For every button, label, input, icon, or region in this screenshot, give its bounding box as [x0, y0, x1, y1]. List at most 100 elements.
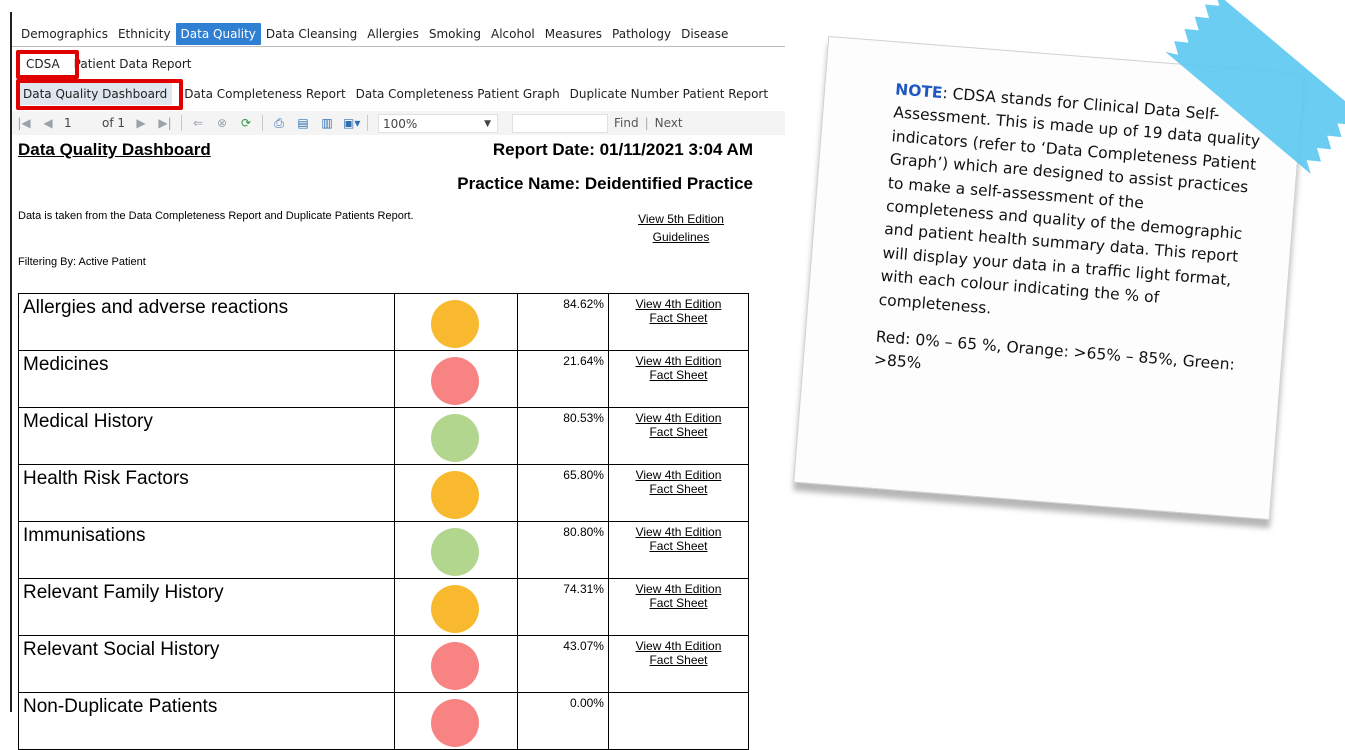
export-icon[interactable]: ▣▾ — [343, 116, 360, 130]
page-setup-icon[interactable]: ▥ — [319, 116, 335, 130]
print-icon[interactable]: ⎙ — [271, 116, 287, 131]
fact-sheet-link[interactable]: View 4th Edition Fact Sheet — [607, 578, 750, 636]
completeness-percent: 80.80% — [517, 521, 609, 579]
nav-divider — [12, 46, 785, 47]
toolbar-separator — [262, 115, 264, 131]
toolbar-separator — [181, 115, 183, 131]
fact-sheet-link-line2: Fact Sheet — [649, 482, 708, 496]
tab-data-cleansing[interactable]: Data Cleansing — [261, 23, 362, 45]
traffic-light-cell — [393, 578, 519, 636]
page-count: of 1 — [102, 116, 126, 130]
tab-duplicate-number-patient-report[interactable]: Duplicate Number Patient Report — [565, 83, 773, 105]
tab-data-quality-dashboard[interactable]: Data Quality Dashboard — [19, 83, 173, 105]
fact-sheet-link-line2: Fact Sheet — [649, 596, 708, 610]
report-window: Demographics Ethnicity Data Quality Data… — [10, 12, 785, 750]
completeness-percent: 43.07% — [517, 635, 609, 693]
fact-sheet-link[interactable]: View 4th Edition Fact Sheet — [607, 464, 750, 522]
tab-allergies[interactable]: Allergies — [362, 23, 424, 45]
table-row: Relevant Social History 43.07% View 4th Ed… — [18, 635, 750, 693]
fact-sheet-link-line1: View 4th Edition — [635, 582, 722, 596]
find-input[interactable] — [512, 113, 609, 133]
traffic-light-cell — [393, 350, 519, 408]
fact-sheet-link[interactable]: View 4th Edition Fact Sheet — [607, 293, 750, 351]
traffic-light-cell — [393, 635, 519, 693]
traffic-light-cell — [393, 293, 519, 351]
traffic-light-cell — [393, 521, 519, 579]
page-number-input[interactable]: 1 — [64, 116, 94, 130]
traffic-light-orange — [430, 300, 479, 348]
table-row: Allergies and adverse reactions 84.62% Vie… — [18, 293, 750, 351]
traffic-light-cell — [393, 692, 519, 750]
refresh-icon[interactable]: ⟳ — [238, 116, 254, 130]
completeness-percent: 21.64% — [517, 350, 609, 408]
tab-alcohol[interactable]: Alcohol — [486, 23, 540, 45]
source-note: Data is taken from the Data Completeness… — [18, 210, 414, 222]
fact-sheet-link[interactable]: View 4th Edition Fact Sheet — [607, 350, 750, 408]
fact-sheet-link-line2: Fact Sheet — [649, 653, 708, 667]
fact-sheet-link[interactable]: View 4th Edition Fact Sheet — [607, 521, 750, 579]
tab-cdsa[interactable]: CDSA — [20, 53, 64, 75]
table-row: Immunisations 80.80% View 4th Edition Fact … — [18, 521, 750, 579]
tab-measures[interactable]: Measures — [540, 23, 607, 45]
fact-sheet-link-line2: Fact Sheet — [649, 311, 708, 325]
traffic-light-cell — [393, 464, 519, 522]
completeness-percent: 0.00% — [517, 692, 609, 750]
sub-nav-tabs: CDSA Patient Data Report — [20, 52, 197, 76]
report-toolbar: |◀ ◀ 1 of 1 ▶ ▶| ⇐ ⊗ ⟳ ⎙ ▤ ▥ ▣▾ 100% ▼ F… — [12, 111, 785, 135]
toolbar-separator — [367, 115, 369, 131]
indicator-name: Non-Duplicate Patients — [18, 692, 395, 750]
next-link[interactable]: Next — [655, 116, 683, 130]
indicator-name: Allergies and adverse reactions — [18, 293, 395, 351]
print-layout-icon[interactable]: ▤ — [295, 116, 311, 130]
table-row: Health Risk Factors 65.80% View 4th Editio… — [18, 464, 750, 522]
completeness-percent: 65.80% — [517, 464, 609, 522]
guidelines-link-line2: Guidelines — [652, 230, 710, 244]
fact-sheet-link[interactable]: View 4th Edition Fact Sheet — [607, 635, 750, 693]
practice-name: Practice Name: Deidentified Practice — [457, 174, 753, 193]
report-tabs: Data Quality Dashboard Data Completeness… — [19, 82, 773, 106]
tab-disease[interactable]: Disease — [676, 23, 733, 45]
completeness-percent: 80.53% — [517, 407, 609, 465]
traffic-light-red — [430, 357, 479, 405]
report-content: Data Quality Dashboard Report Date: 01/1… — [12, 136, 785, 750]
traffic-light-orange — [430, 471, 479, 519]
tab-ethnicity[interactable]: Ethnicity — [113, 23, 176, 45]
note-legend: Red: 0% – 65 %, Orange: >65% – 85%, Gree… — [873, 327, 1236, 374]
note-body: : CDSA stands for Clinical Data Self-Ass… — [878, 84, 1261, 318]
last-page-icon[interactable]: ▶| — [157, 116, 173, 130]
fact-sheet-link-line1: View 4th Edition — [635, 297, 722, 311]
tab-data-completeness-patient-graph[interactable]: Data Completeness Patient Graph — [351, 83, 565, 105]
fact-sheet-link[interactable]: View 4th Edition Fact Sheet — [607, 407, 750, 465]
first-page-icon[interactable]: |◀ — [16, 116, 32, 130]
tab-patient-data-report[interactable]: Patient Data Report — [64, 53, 197, 75]
tab-data-completeness-report[interactable]: Data Completeness Report — [172, 83, 350, 105]
fact-sheet-link-line2: Fact Sheet — [649, 539, 708, 553]
fact-sheet-link-line1: View 4th Edition — [635, 468, 722, 482]
note-heading: NOTE — [894, 80, 944, 103]
stop-icon[interactable]: ⊗ — [214, 116, 230, 130]
tab-pathology[interactable]: Pathology — [607, 23, 676, 45]
tab-demographics[interactable]: Demographics — [16, 23, 113, 45]
find-link[interactable]: Find — [614, 116, 639, 130]
traffic-light-green — [430, 528, 479, 576]
fact-sheet-link — [607, 692, 750, 750]
fact-sheet-link-line1: View 4th Edition — [635, 639, 722, 653]
table-row: Medical History 80.53% View 4th Edition Fac… — [18, 407, 750, 465]
guidelines-link-line1: View 5th Edition — [638, 212, 724, 226]
traffic-light-red — [430, 699, 479, 747]
note-card: NOTE: CDSA stands for Clinical Data Self… — [793, 35, 1305, 521]
fact-sheet-link-line2: Fact Sheet — [649, 368, 708, 382]
tab-smoking[interactable]: Smoking — [424, 23, 486, 45]
view-5th-edition-guidelines-link[interactable]: View 5th Edition Guidelines — [616, 210, 746, 246]
back-icon[interactable]: ⇐ — [190, 116, 206, 130]
zoom-select[interactable]: 100% ▼ — [378, 113, 499, 133]
indicator-name: Medical History — [18, 407, 395, 465]
tab-data-quality[interactable]: Data Quality — [175, 23, 261, 45]
fact-sheet-link-line1: View 4th Edition — [635, 525, 722, 539]
prev-page-icon[interactable]: ◀ — [40, 116, 56, 130]
traffic-light-green — [430, 414, 479, 462]
next-page-icon[interactable]: ▶ — [133, 116, 149, 130]
toolbar-divider-text: | — [644, 116, 649, 130]
indicator-name: Relevant Social History — [18, 635, 395, 693]
app-root: Demographics Ethnicity Data Quality Data… — [0, 0, 1345, 750]
